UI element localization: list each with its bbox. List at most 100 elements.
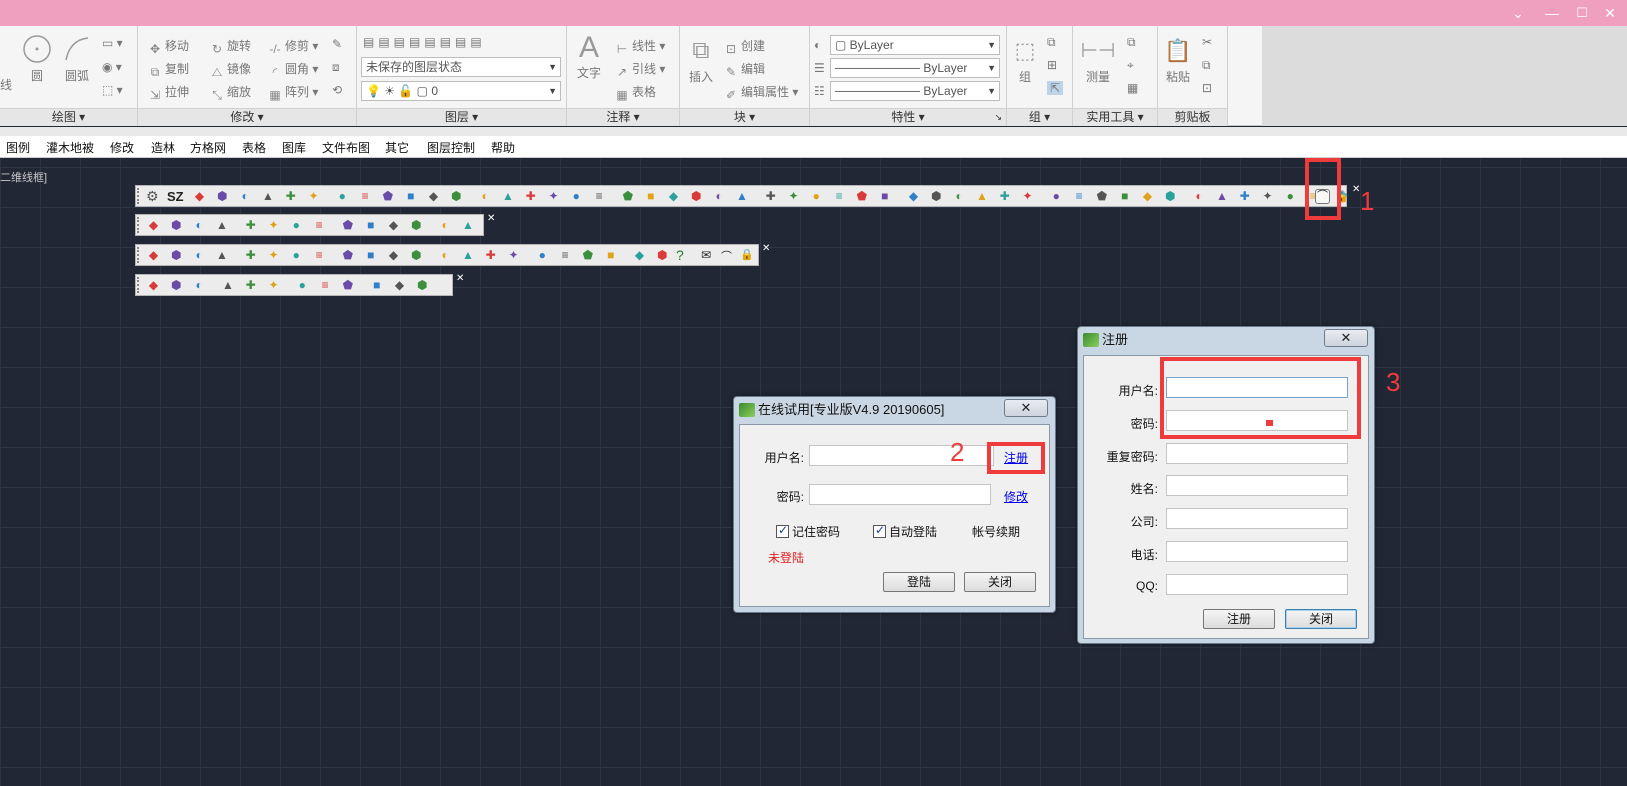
measure-tool[interactable]: ⊢⊣ 测量: [1079, 34, 1117, 85]
match-properties-icon[interactable]: ◐: [814, 38, 821, 52]
panel-block-footer[interactable]: 块 ▾: [680, 108, 809, 126]
menu-legend[interactable]: 图例: [6, 139, 30, 156]
toolbar-tool-icon[interactable]: ◐: [192, 248, 207, 263]
color-select[interactable]: ▢ ByLayer ▼: [830, 35, 1000, 55]
menu-grid[interactable]: 方格网: [190, 139, 226, 156]
account-renew-link[interactable]: 帐号续期: [972, 523, 1020, 540]
toolbar-tool-icon[interactable]: ▲: [214, 248, 229, 263]
toolbar-tool-icon[interactable]: ■: [403, 189, 418, 204]
toolbar-tool-icon[interactable]: ▲: [220, 278, 235, 293]
toolbar-tool-icon[interactable]: ◐: [438, 248, 453, 263]
toolbar-tool-icon[interactable]: ▲: [214, 218, 229, 233]
toolbar-tool-icon[interactable]: ⬢: [215, 189, 230, 204]
toolbar-tool-icon[interactable]: ✦: [266, 278, 281, 293]
toolbar-tool-icon[interactable]: ●: [289, 248, 304, 263]
toolbar-tool-icon[interactable]: ⬟: [854, 189, 869, 204]
message-icon[interactable]: ✉: [701, 248, 711, 262]
login-button[interactable]: 登陆: [883, 572, 955, 592]
login-password-input[interactable]: [809, 484, 991, 505]
toolbar-tool-icon[interactable]: ●: [295, 278, 310, 293]
toolbar-tool-icon[interactable]: ▲: [1214, 189, 1229, 204]
toolbar-tool-icon[interactable]: ⬟: [580, 248, 595, 263]
auto-login-checkbox[interactable]: 自动登陆: [873, 523, 937, 540]
toolbar-row-3-close-icon[interactable]: ✕: [762, 243, 770, 254]
toolbar-tool-icon[interactable]: ◆: [392, 278, 407, 293]
panel-properties-footer[interactable]: 特性 ▾ ↘: [810, 108, 1006, 126]
toolbar-grip[interactable]: [137, 277, 141, 293]
id-point-icon[interactable]: ⌖: [1127, 58, 1134, 73]
cut-icon[interactable]: ✂: [1202, 35, 1212, 49]
reg-company-input[interactable]: [1166, 508, 1348, 529]
toolbar-tool-icon[interactable]: ▲: [260, 189, 275, 204]
toolbar-tool-icon[interactable]: ⬢: [1163, 189, 1178, 204]
toolbar-tool-icon[interactable]: ⬟: [380, 189, 395, 204]
toolbar-tool-icon[interactable]: ≡: [558, 248, 573, 263]
login-dialog-close-button[interactable]: ✕: [1004, 399, 1048, 417]
settings-gear-icon[interactable]: ⚙: [146, 188, 159, 205]
toolbar-tool-icon[interactable]: ●: [1283, 189, 1298, 204]
panel-clipboard-footer[interactable]: 剪贴板: [1158, 108, 1227, 126]
login-username-input[interactable]: [809, 445, 994, 466]
toolbar-tool-icon[interactable]: ✚: [243, 218, 258, 233]
rotate-tool[interactable]: ↻ 旋转: [210, 37, 251, 56]
toolbar-tool-icon[interactable]: ✦: [306, 189, 321, 204]
insert-tool[interactable]: ⧉ 插入: [684, 34, 718, 85]
edit-block-tool[interactable]: ✎ 编辑: [724, 60, 765, 79]
panel-group-footer[interactable]: 组 ▾: [1007, 108, 1072, 126]
toolbar-tool-icon[interactable]: ◐: [192, 218, 207, 233]
toolbar-tool-icon[interactable]: ✚: [243, 278, 258, 293]
move-tool[interactable]: ✥ 移动: [148, 37, 189, 56]
toolbar-tool-icon[interactable]: ⬢: [409, 248, 424, 263]
toolbar-tool-icon[interactable]: ◐: [712, 189, 727, 204]
toolbar-tool-icon[interactable]: ▲: [460, 218, 475, 233]
toolbar-tool-icon[interactable]: ■: [643, 189, 658, 204]
toolbar-tool-icon[interactable]: ✚: [243, 248, 258, 263]
toolbar-tool-icon[interactable]: ◆: [906, 189, 921, 204]
toolbar-tool-icon[interactable]: ⬢: [169, 218, 184, 233]
register-close-button[interactable]: 关闭: [1285, 609, 1357, 629]
toolbar-tool-icon[interactable]: ◐: [1192, 189, 1207, 204]
toolbar-tool-icon[interactable]: ⬢: [409, 218, 424, 233]
create-block-tool[interactable]: ⊡ 创建: [724, 37, 765, 56]
toolbar-tool-icon[interactable]: ✚: [483, 248, 498, 263]
panel-layers-footer[interactable]: 图层 ▾: [357, 108, 566, 126]
menu-file-layout[interactable]: 文件布图: [322, 139, 370, 156]
toolbar-tool-icon[interactable]: ✦: [506, 248, 521, 263]
menu-layer-control[interactable]: 图层控制: [427, 139, 475, 156]
toolbar-tool-icon[interactable]: ⬢: [689, 189, 704, 204]
toolbar-tool-icon[interactable]: ◐: [438, 218, 453, 233]
toolbar-tool-icon[interactable]: ≡: [358, 189, 373, 204]
close-window-button[interactable]: ✕: [1598, 3, 1622, 23]
toolbar-tool-icon[interactable]: ◆: [386, 248, 401, 263]
toolbar-tool-icon[interactable]: ●: [289, 218, 304, 233]
toolbar-grip[interactable]: [137, 247, 141, 263]
toolbar-row-2-close-icon[interactable]: ✕: [487, 213, 495, 224]
toolbar-grip[interactable]: [137, 217, 141, 233]
toolbar-tool-icon[interactable]: ✚: [997, 189, 1012, 204]
calculator-icon[interactable]: ▦: [1127, 81, 1138, 95]
menu-shrubs[interactable]: 灌木地被: [46, 139, 94, 156]
toolbar-tool-icon[interactable]: ◆: [426, 189, 441, 204]
maximize-button[interactable]: ☐: [1570, 3, 1594, 23]
paste-tool[interactable]: 📋 粘贴: [1162, 34, 1194, 85]
toolbar-tool-icon[interactable]: ■: [363, 248, 378, 263]
circle-tool[interactable]: 圆: [20, 34, 54, 84]
toolbar-tool-icon[interactable]: ▲: [974, 189, 989, 204]
toolbar-tool-icon[interactable]: ▲: [460, 248, 475, 263]
toolbar-tool-icon[interactable]: ⬟: [340, 278, 355, 293]
toolbar-tool-icon[interactable]: ◐: [192, 278, 207, 293]
group-edit-icon[interactable]: ⊞: [1047, 58, 1057, 72]
toolbar-tool-icon[interactable]: ⬟: [340, 248, 355, 263]
group-select-icon[interactable]: ⇱: [1047, 81, 1064, 95]
sz-tool[interactable]: SZ: [167, 189, 184, 204]
toolbar-tool-icon[interactable]: ●: [809, 189, 824, 204]
toolbar-tool-icon[interactable]: ●: [1049, 189, 1064, 204]
toolbar-tool-icon[interactable]: ≡: [832, 189, 847, 204]
erase-icon[interactable]: ✎: [332, 37, 342, 51]
panel-draw-footer[interactable]: 绘图 ▾: [0, 108, 137, 126]
current-layer-select[interactable]: 💡 ☀ 🔓 ▢ 0 ▼: [361, 81, 561, 101]
layer-state-select[interactable]: 未保存的图层状态 ▼: [361, 57, 561, 77]
copy-clip-icon[interactable]: ⧉: [1202, 58, 1211, 73]
toolbar-tool-icon[interactable]: ▲: [500, 189, 515, 204]
menu-modify[interactable]: 修改: [110, 139, 134, 156]
